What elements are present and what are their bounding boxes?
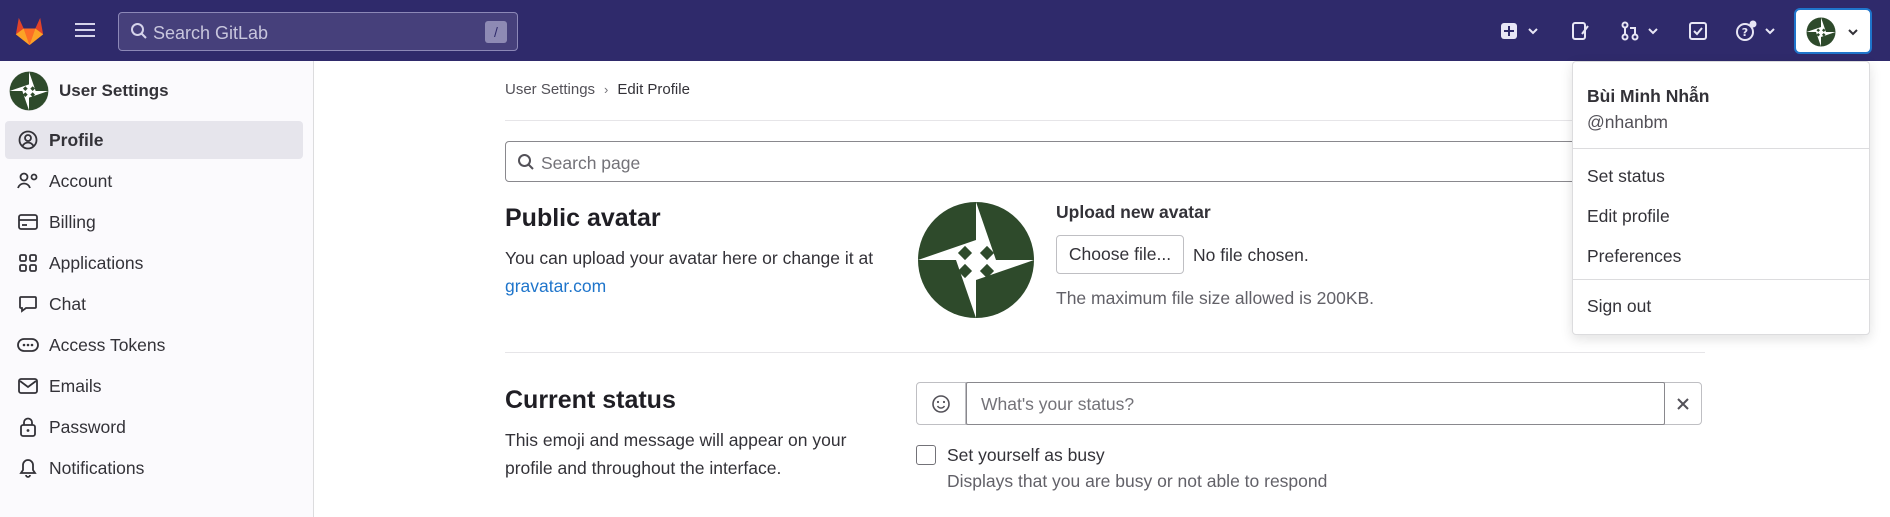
sidebar: User Settings Profile Account Billing Ap… [0,61,314,517]
preferences-item[interactable]: Preferences [1587,246,1681,267]
public-avatar-title: Public avatar [505,204,661,232]
sidebar-item-access-tokens[interactable]: Access Tokens [5,326,303,364]
applications-icon [17,252,39,274]
help-icon: ? [1736,20,1757,41]
lock-icon [17,416,39,438]
current-status-title: Current status [505,386,676,414]
avatar [1806,17,1836,47]
busy-checkbox-label[interactable]: Set yourself as busy [947,445,1105,466]
todo-icon [1689,22,1707,40]
sidebar-title: User Settings [59,81,169,100]
public-avatar-description-text: You can upload your avatar here or chang… [505,248,874,268]
merge-requests-button[interactable] [1620,19,1660,43]
sidebar-item-label: Emails [49,375,102,396]
status-field-group: What's your status? [916,382,1702,425]
breadcrumb-parent[interactable]: User Settings [505,81,595,98]
sidebar-item-password[interactable]: Password [5,408,303,446]
credit-card-icon [17,211,39,233]
busy-help-text: Displays that you are busy or not able t… [947,471,1328,491]
sidebar-item-label: Chat [49,293,86,314]
status-placeholder: What's your status? [981,394,1135,414]
current-status-description: This emoji and message will appear on yo… [505,430,847,478]
create-new-button[interactable] [1500,19,1540,43]
issues-icon [1572,22,1589,40]
sidebar-item-account[interactable]: Account [5,162,303,200]
search-page-placeholder: Search page [541,153,641,173]
sidebar-item-emails[interactable]: Emails [5,367,303,405]
gitlab-logo-icon[interactable] [12,13,47,48]
todos-button[interactable] [1688,19,1708,43]
chevron-down-icon [1765,28,1775,35]
public-avatar-description: You can upload your avatar here or chang… [505,244,905,300]
bell-icon [17,457,39,479]
upload-avatar-title: Upload new avatar [1056,202,1211,222]
sidebar-item-label: Profile [49,129,104,150]
emoji-picker-button[interactable] [917,383,966,424]
svg-text:?: ? [1742,26,1748,39]
current-avatar-image [916,200,1036,320]
user-menu-button[interactable] [1794,8,1872,54]
user-menu-dropdown: Bùi Minh Nhẫn @nhanbm Set status Edit pr… [1572,61,1870,335]
breadcrumb-divider [505,120,1705,121]
section-divider [505,352,1705,353]
edit-profile-item[interactable]: Edit profile [1587,206,1670,227]
sidebar-item-profile[interactable]: Profile [5,121,303,159]
gravatar-link[interactable]: gravatar.com [505,276,606,296]
sidebar-item-chat[interactable]: Chat [5,285,303,323]
search-shortcut-key: / [485,21,507,43]
chevron-down-icon [1848,29,1858,36]
profile-icon [17,129,39,151]
hamburger-menu-icon[interactable] [72,17,98,43]
sidebar-item-billing[interactable]: Billing [5,203,303,241]
choose-file-button[interactable]: Choose file... [1056,235,1184,274]
token-icon [17,334,39,356]
sign-out-item[interactable]: Sign out [1587,296,1651,317]
chat-icon [17,293,39,315]
issues-button[interactable] [1571,19,1591,43]
chevron-down-icon [1528,28,1538,35]
sidebar-item-label: Access Tokens [49,334,166,355]
no-file-chosen-text: No file chosen. [1193,245,1309,265]
mail-icon [17,375,39,397]
account-icon [17,170,39,192]
status-message-input[interactable]: What's your status? [966,382,1665,425]
avatar [9,71,49,111]
clear-status-button[interactable] [1664,383,1701,424]
plus-square-icon [1501,23,1517,39]
breadcrumb-current: Edit Profile [617,81,690,98]
search-icon [517,153,535,171]
chevron-down-icon [1648,28,1658,35]
sidebar-header[interactable]: User Settings [9,71,169,111]
global-search-input[interactable]: Search GitLab / [118,12,518,51]
sidebar-item-label: Notifications [49,457,145,478]
menu-divider [1573,148,1869,149]
merge-request-icon [1621,21,1639,41]
search-page-input[interactable]: Search page [505,141,1705,182]
breadcrumb: User Settings › Edit Profile [505,81,690,98]
user-full-name[interactable]: Bùi Minh Nhẫn [1587,86,1709,107]
busy-checkbox[interactable] [916,445,936,465]
help-button[interactable]: ? [1735,19,1777,43]
search-placeholder: Search GitLab [153,23,269,43]
sidebar-item-label: Account [49,170,113,191]
sidebar-item-label: Billing [49,211,96,232]
sidebar-item-notifications[interactable]: Notifications [5,449,303,487]
max-file-size-text: The maximum file size allowed is 200KB. [1056,288,1375,308]
user-username[interactable]: @nhanbm [1587,112,1668,133]
sidebar-item-applications[interactable]: Applications [5,244,303,282]
sidebar-item-label: Password [49,416,126,437]
sidebar-item-label: Applications [49,252,144,273]
smiley-icon [932,394,950,413]
menu-divider [1573,279,1869,280]
breadcrumb-separator: › [604,82,609,97]
set-status-item[interactable]: Set status [1587,166,1665,187]
search-icon [130,22,148,40]
close-icon [1676,397,1689,410]
top-bar: Search GitLab / ? [0,0,1890,61]
